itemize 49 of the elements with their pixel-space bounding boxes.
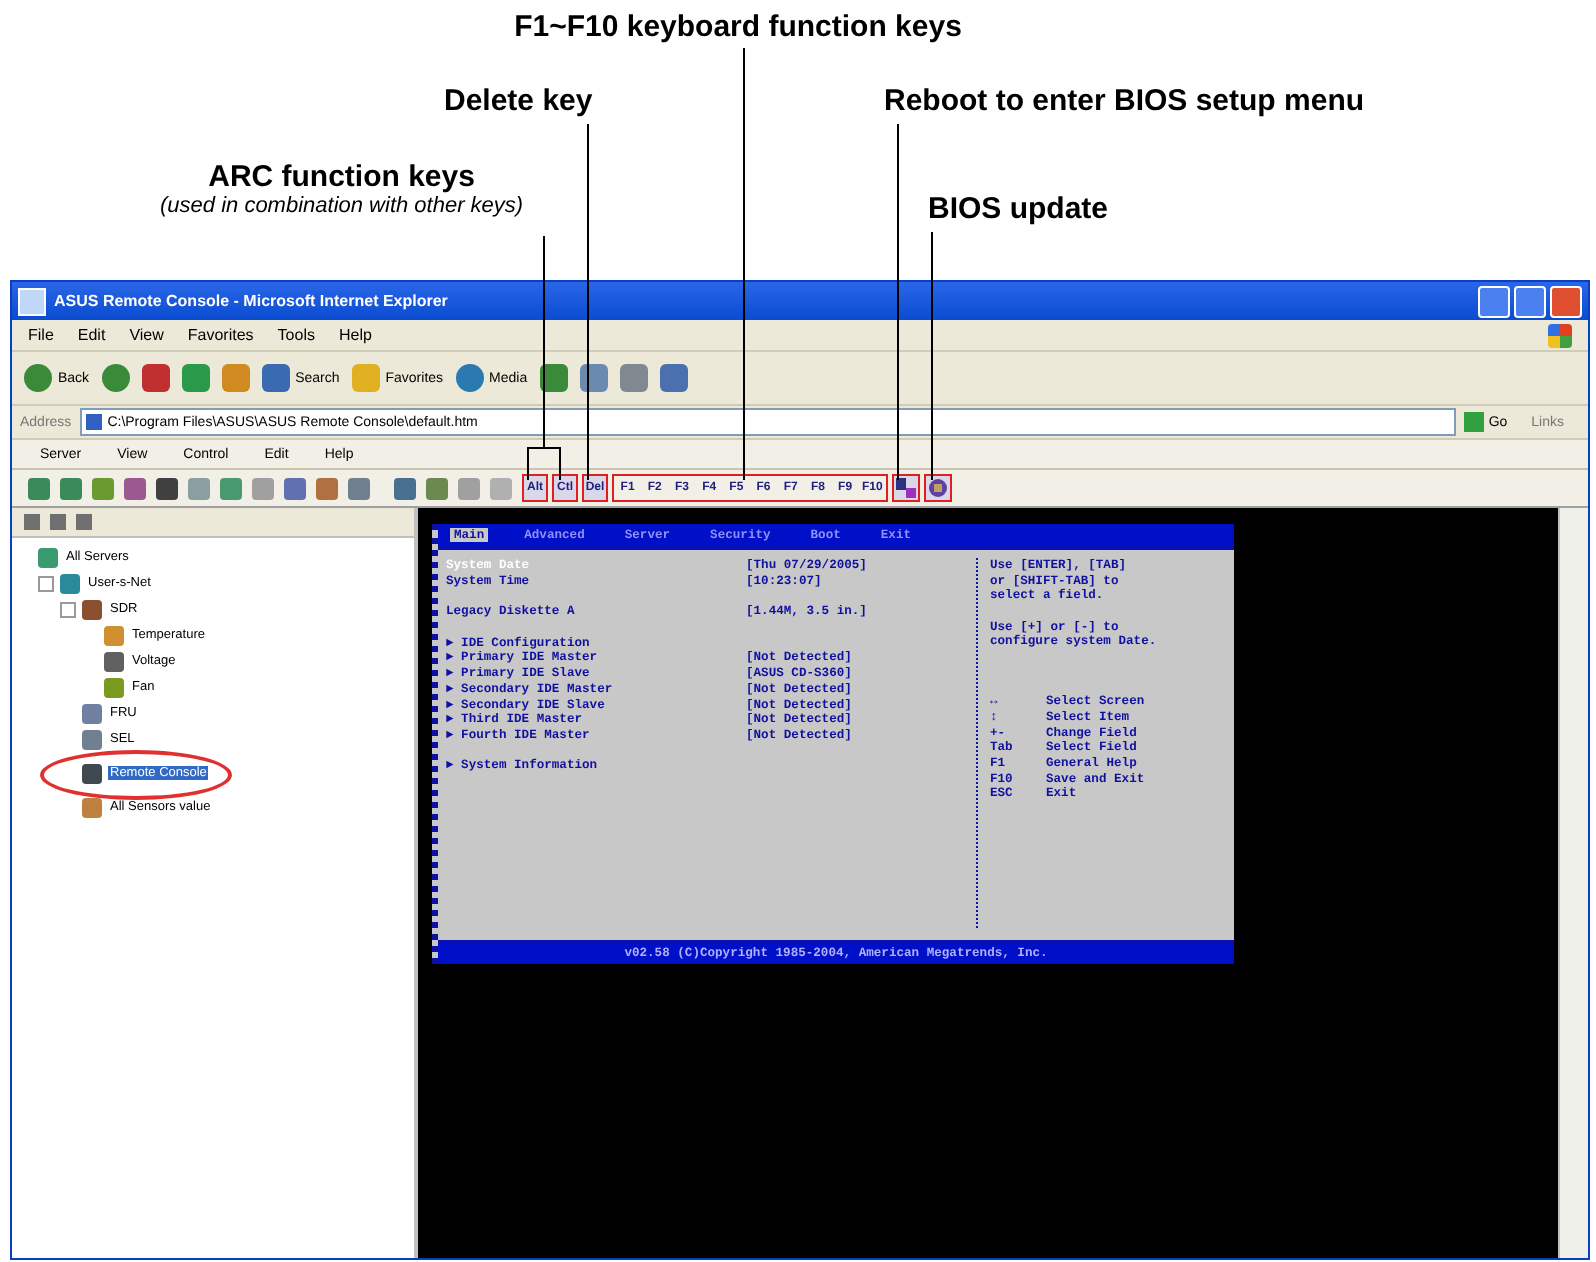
node-icon	[82, 797, 102, 817]
node-icon	[38, 547, 58, 567]
chip-icon	[927, 478, 948, 498]
menu-item[interactable]: Help	[338, 326, 372, 344]
toolbar-button[interactable]	[579, 364, 608, 392]
stop-icon	[141, 364, 170, 392]
node-icon	[82, 703, 102, 723]
toolbar-button[interactable]	[539, 364, 568, 392]
reboot-button[interactable]	[891, 474, 920, 502]
refresh-icon	[181, 364, 210, 392]
maximize-button[interactable]	[1514, 285, 1546, 317]
menu-item[interactable]: Favorites	[187, 326, 254, 344]
callout-label: BIOS update	[928, 192, 1109, 226]
node-icon	[60, 573, 80, 593]
back-icon	[24, 364, 52, 392]
mail-icon	[579, 364, 608, 392]
minimize-button[interactable]	[1478, 285, 1510, 317]
edit-icon	[659, 364, 688, 392]
node-icon	[104, 625, 124, 645]
forward-icon	[101, 364, 130, 392]
callout-label: ARC function keys	[208, 160, 475, 194]
menu-item[interactable]: File	[28, 326, 54, 344]
close-button[interactable]	[1550, 285, 1582, 317]
menu-item[interactable]: View	[129, 326, 164, 344]
tool-icon[interactable]	[156, 477, 178, 499]
favorites-icon	[351, 364, 380, 392]
callout-label: F1~F10 keyboard function keys	[514, 10, 962, 44]
node-icon	[82, 599, 102, 619]
callout-note: (used in combination with other keys)	[160, 194, 524, 218]
search-icon	[261, 364, 290, 392]
node-icon	[104, 677, 124, 697]
node-icon	[104, 651, 124, 671]
callout-label: Delete key	[444, 84, 593, 118]
app-icon	[18, 287, 46, 315]
monitor-icon	[82, 763, 102, 783]
tool-icon[interactable]	[284, 477, 306, 499]
update-button[interactable]	[923, 474, 952, 502]
scrollbar[interactable]	[1558, 508, 1588, 1258]
callout-label: Reboot to enter BIOS setup menu	[884, 84, 1365, 118]
tool-icon[interactable]	[124, 477, 146, 499]
menu-item[interactable]: Edit	[77, 326, 106, 344]
node-icon	[82, 729, 102, 749]
tool-icon[interactable]	[394, 477, 416, 499]
print-icon	[619, 364, 648, 392]
window-title: ASUS Remote Console - Microsoft Internet Explorer	[54, 292, 450, 310]
menu-item[interactable]: Tools	[277, 326, 315, 344]
history-icon	[539, 364, 568, 392]
media-icon	[455, 364, 484, 392]
home-icon	[221, 364, 250, 392]
